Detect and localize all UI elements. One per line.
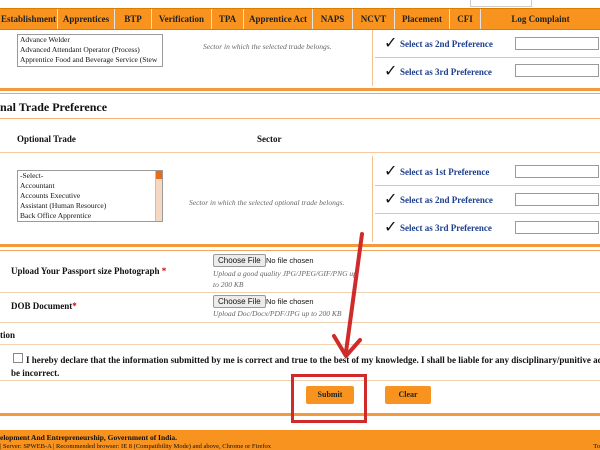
top-sliver [0,0,600,8]
section-divider [0,118,600,119]
photo-upload-label: Upload Your Passport size Photograph * [11,266,166,276]
divider [375,185,600,186]
list-item[interactable]: Assistant (Human Resource) [18,201,162,211]
trade-pref3-input[interactable] [515,64,599,77]
checkmark-icon: ✓ [384,217,398,236]
annotation-highlight-box [291,374,367,423]
nav-tpa[interactable]: TPA [212,9,244,29]
optional-pref3-input[interactable] [515,221,599,234]
dob-hint: Upload Doc/Docx/PDF/JPG up to 200 KB [213,309,342,318]
section-divider [0,93,600,94]
divider [375,213,600,214]
dob-upload-label: DOB Document* [11,301,77,311]
nav-establishment[interactable]: Establishment [0,9,58,29]
main-nav: Establishment Apprentices BTP Verificati… [0,8,600,30]
scrollbar-thumb[interactable] [156,171,162,179]
nav-ncvt[interactable]: NCVT [353,9,395,29]
nav-naps[interactable]: NAPS [313,9,353,29]
footer: elopment And Entrepreneurship, Governmen… [0,430,600,450]
nav-btp[interactable]: BTP [115,9,152,29]
checkmark-icon: ✓ [384,33,398,52]
divider [372,30,373,86]
nav-apprentice-act[interactable]: Apprentice Act [244,9,313,29]
col-header-optional-trade: Optional Trade [17,134,76,144]
declaration-checkbox[interactable] [13,353,23,363]
checkmark-icon: ✓ [384,61,398,80]
top-tab-fragment [470,0,532,7]
dob-no-file-text: No file chosen [266,297,314,306]
optional-pref2-label: Select as 2nd Preference [400,195,493,205]
photo-upload-label-text: Upload Your Passport size Photograph [11,266,160,276]
section-divider [0,152,600,153]
list-item[interactable]: Back Office Apprentice [18,211,162,221]
trade-pref3-label: Select as 3rd Preference [400,67,492,77]
optional-pref2-input[interactable] [515,193,599,206]
checkmark-icon: ✓ [384,189,398,208]
clear-button[interactable]: Clear [385,386,431,404]
optional-pref1-label: Select as 1st Preference [400,167,490,177]
trade-pref2-label: Select as 2nd Preference [400,39,493,49]
section-divider [0,88,600,91]
trade-sector-note: Sector in which the selected trade belon… [203,42,332,51]
optional-pref1-input[interactable] [515,165,599,178]
footer-right-text: To [593,443,600,450]
list-item[interactable]: Accountant [18,181,162,191]
checkmark-icon: ✓ [384,161,398,180]
row-divider [0,344,600,345]
optional-sector-note: Sector in which the selected optional tr… [189,198,345,207]
divider [375,57,600,58]
optional-pref3-label: Select as 3rd Preference [400,223,492,233]
dob-upload-label-text: DOB Document [11,301,73,311]
section-title-optional-trade: nal Trade Preference [0,100,108,114]
optional-trade-listbox[interactable]: -Select- Accountant Accounts Executive A… [17,170,163,222]
nav-apprentices[interactable]: Apprentices [58,9,115,29]
section-divider [0,250,600,251]
nav-verification[interactable]: Verification [152,9,212,29]
list-item[interactable]: Advanced Attendant Operator (Process) [18,45,162,55]
footer-line-ministry: elopment And Entrepreneurship, Governmen… [0,433,178,442]
annotation-arrow-icon [332,232,364,358]
list-item[interactable]: Accounts Executive [18,191,162,201]
list-item[interactable]: -Select- [18,171,162,181]
declaration-text: I hereby declare that the information su… [26,355,600,365]
list-item[interactable]: Advance Welder [18,35,162,45]
dob-choose-file-button[interactable]: Choose File [213,295,266,308]
photo-hint-size: to 200 KB [213,280,244,289]
listbox-scrollbar[interactable] [155,171,162,221]
declaration-heading: tion [0,330,16,340]
trade-pref2-input[interactable] [515,37,599,50]
required-marker: * [161,266,167,276]
row-divider [0,292,600,293]
nav-log-complaint[interactable]: Log Complaint [481,9,600,29]
row-divider [0,322,600,323]
trade-listbox[interactable]: Advance Welder Advanced Attendant Operat… [17,34,163,67]
photo-choose-file-button[interactable]: Choose File [213,254,266,267]
footer-line-server: | Server: SPWEB-A | Recommended browser:… [0,443,272,450]
section-divider [0,244,600,247]
list-item[interactable]: Apprentice Food and Beverage Service (St… [18,55,162,65]
required-marker: * [72,301,77,311]
nav-cfi[interactable]: CFI [450,9,481,29]
photo-no-file-text: No file chosen [266,256,314,265]
nav-placement[interactable]: Placement [395,9,450,29]
declaration-text-continued: be incorrect. [11,368,60,378]
col-header-sector: Sector [257,134,282,144]
